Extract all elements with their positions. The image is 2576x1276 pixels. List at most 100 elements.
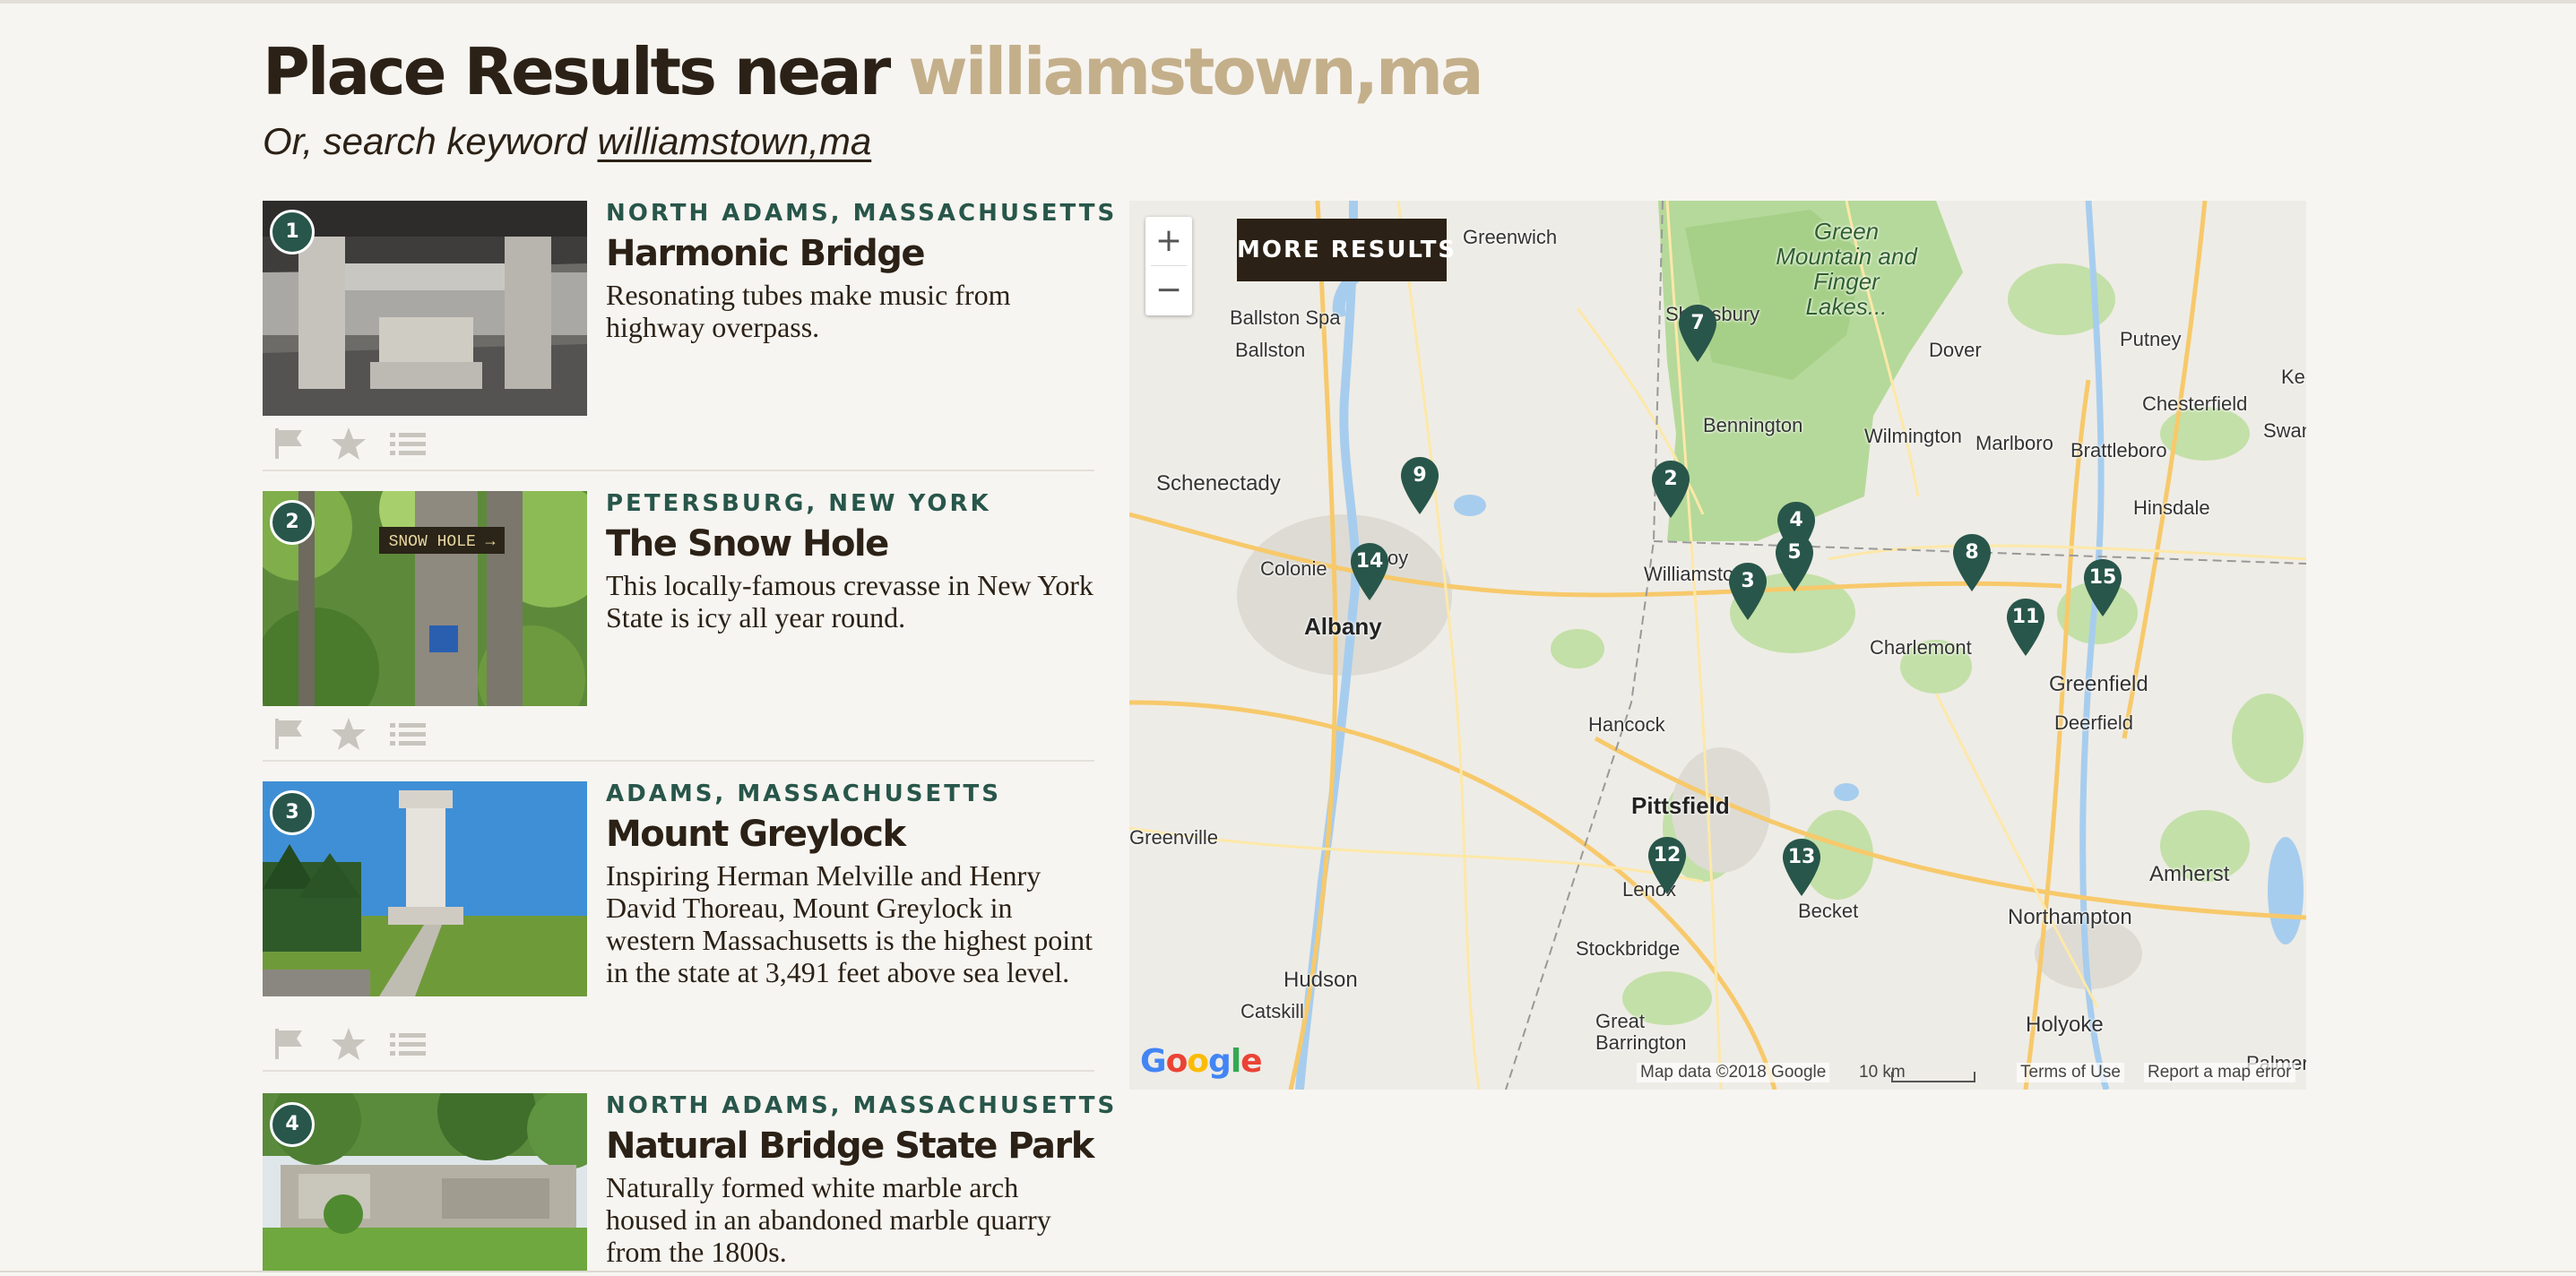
list-icon[interactable] <box>388 1027 428 1065</box>
map-label: Amherst <box>2149 862 2230 886</box>
map-label: Brattleboro <box>2070 439 2167 461</box>
map-pin[interactable]: 11 <box>2006 599 2045 656</box>
map-label: Catskill <box>1240 1000 1304 1022</box>
map-label: Greenfield <box>2049 672 2148 696</box>
result-actions <box>272 1027 451 1063</box>
map-label: Hancock <box>1588 713 1665 736</box>
flag-icon[interactable] <box>272 427 307 465</box>
list-icon[interactable] <box>388 717 428 755</box>
pin-number: 4 <box>1789 509 1803 531</box>
map-label: Putney <box>2120 328 2182 350</box>
pin-number: 9 <box>1413 464 1427 487</box>
pin-number: 12 <box>1653 844 1681 866</box>
map-label: Colonie <box>1260 557 1327 580</box>
result-thumbnail[interactable]: 4 <box>263 1093 587 1271</box>
map-label: Ballston <box>1235 339 1306 361</box>
map-label: Kee <box>2281 366 2306 388</box>
map-label: Charlemont <box>1870 636 1972 659</box>
result-location[interactable]: NORTH ADAMS, MASSACHUSETTS <box>606 199 1114 228</box>
map-label: Stockbridge <box>1576 937 1681 960</box>
terms-of-use-link[interactable]: Terms of Use <box>2017 1063 2124 1082</box>
pin-number: 5 <box>1787 541 1802 564</box>
star-icon[interactable] <box>331 427 367 465</box>
map-label: Swan <box>2263 419 2306 442</box>
pin-number: 14 <box>1355 550 1384 573</box>
pin-number: 15 <box>2088 566 2117 589</box>
title-location: williamstown,ma <box>908 34 1483 109</box>
report-map-error-link[interactable]: Report a map error <box>2144 1063 2295 1082</box>
zoom-control: + − <box>1145 217 1192 315</box>
map-pin[interactable]: 8 <box>1952 534 1992 591</box>
map-label: Albany <box>1304 613 1382 640</box>
title-prefix: Place Results near <box>263 34 909 109</box>
map-pin[interactable]: 14 <box>1350 543 1389 600</box>
result-number-badge: 1 <box>270 210 315 254</box>
result-divider <box>263 470 1094 471</box>
result-actions <box>272 427 451 462</box>
keyword-search-link[interactable]: williamstown,ma <box>597 120 871 162</box>
bottom-border <box>0 1271 2576 1272</box>
map-pin[interactable]: 2 <box>1651 461 1690 518</box>
result-title[interactable]: The Snow Hole <box>606 522 1094 566</box>
map-pin[interactable]: 7 <box>1678 305 1717 362</box>
result-description: Inspiring Herman Melville and Henry Davi… <box>606 859 1094 988</box>
result-info: NORTH ADAMS, MASSACHUSETTS Natural Bridg… <box>606 1091 1114 1268</box>
result-title[interactable]: Natural Bridge State Park <box>606 1124 1094 1168</box>
result-title[interactable]: Harmonic Bridge <box>606 231 1094 276</box>
map-label: Greenville <box>1129 826 1219 849</box>
map-label: Bennington <box>1703 414 1803 436</box>
more-results-button[interactable]: MORE RESULTS <box>1237 219 1455 281</box>
flag-icon[interactable] <box>272 717 307 755</box>
result-info: ADAMS, MASSACHUSETTS Mount Greylock Insp… <box>606 780 1094 988</box>
map-label: Great Barrington <box>1595 1010 1687 1054</box>
result-number-badge: 3 <box>270 790 315 835</box>
map-label: Marlboro <box>1975 432 2053 454</box>
map-label: Pittsfield <box>1631 792 1730 819</box>
map-pin[interactable]: 3 <box>1728 563 1768 620</box>
map-pin[interactable]: 13 <box>1782 839 1821 896</box>
result-location[interactable]: ADAMS, MASSACHUSETTS <box>606 780 1094 808</box>
map-label: Dover <box>1929 339 1982 361</box>
map-pin[interactable]: 12 <box>1647 837 1687 894</box>
pin-number: 7 <box>1690 312 1705 334</box>
pin-number: 8 <box>1965 541 1979 564</box>
map-label: Hudson <box>1284 968 1358 992</box>
star-icon[interactable] <box>331 1027 367 1065</box>
map-pin[interactable]: 9 <box>1400 457 1439 514</box>
result-thumbnail[interactable]: SNOW HOLE → 2 <box>263 491 587 706</box>
map-label: Becket <box>1798 900 1859 922</box>
map-pin[interactable]: 15 <box>2083 559 2122 616</box>
pin-number: 13 <box>1787 846 1816 868</box>
star-icon[interactable] <box>331 717 367 755</box>
result-description: This locally-famous crevasse in New York… <box>606 569 1094 634</box>
zoom-out-button[interactable]: − <box>1145 266 1192 315</box>
map-data-attribution: Map data ©2018 Google <box>1637 1063 1830 1082</box>
result-info: PETERSBURG, NEW YORK The Snow Hole This … <box>606 489 1094 634</box>
pin-number: 11 <box>2011 606 2040 628</box>
result-location[interactable]: NORTH ADAMS, MASSACHUSETTS <box>606 1091 1114 1120</box>
result-location[interactable]: PETERSBURG, NEW YORK <box>606 489 1094 518</box>
pin-number: 3 <box>1741 570 1755 592</box>
flag-icon[interactable] <box>272 1027 307 1065</box>
results-map[interactable]: + − MORE RESULTS Greenwich Green Mountai… <box>1129 201 2306 1090</box>
result-number-badge: 2 <box>270 500 315 545</box>
map-label: Green Mountain and Finger Lakes... <box>1776 218 1917 320</box>
map-scale-bar <box>1891 1072 1975 1082</box>
map-pin[interactable]: 5 <box>1775 534 1814 591</box>
result-thumbnail[interactable]: 3 <box>263 781 587 996</box>
zoom-in-button[interactable]: + <box>1145 217 1192 265</box>
map-label: Deerfield <box>2054 711 2134 734</box>
pin-number: 2 <box>1664 468 1678 490</box>
map-label: Hinsdale <box>2133 496 2210 519</box>
map-label: Chesterfield <box>2142 392 2248 415</box>
result-title[interactable]: Mount Greylock <box>606 812 1094 857</box>
result-divider <box>263 1070 1094 1072</box>
result-description: Naturally formed white marble arch house… <box>606 1171 1051 1268</box>
list-icon[interactable] <box>388 427 428 465</box>
map-label: Schenectady <box>1156 471 1281 496</box>
result-number-badge: 4 <box>270 1102 315 1147</box>
map-label: Greenwich <box>1463 226 1558 248</box>
google-logo[interactable]: Google <box>1140 1043 1263 1080</box>
result-thumbnail[interactable]: 1 <box>263 201 587 416</box>
page-title: Place Results near williamstown,ma <box>263 34 1484 109</box>
